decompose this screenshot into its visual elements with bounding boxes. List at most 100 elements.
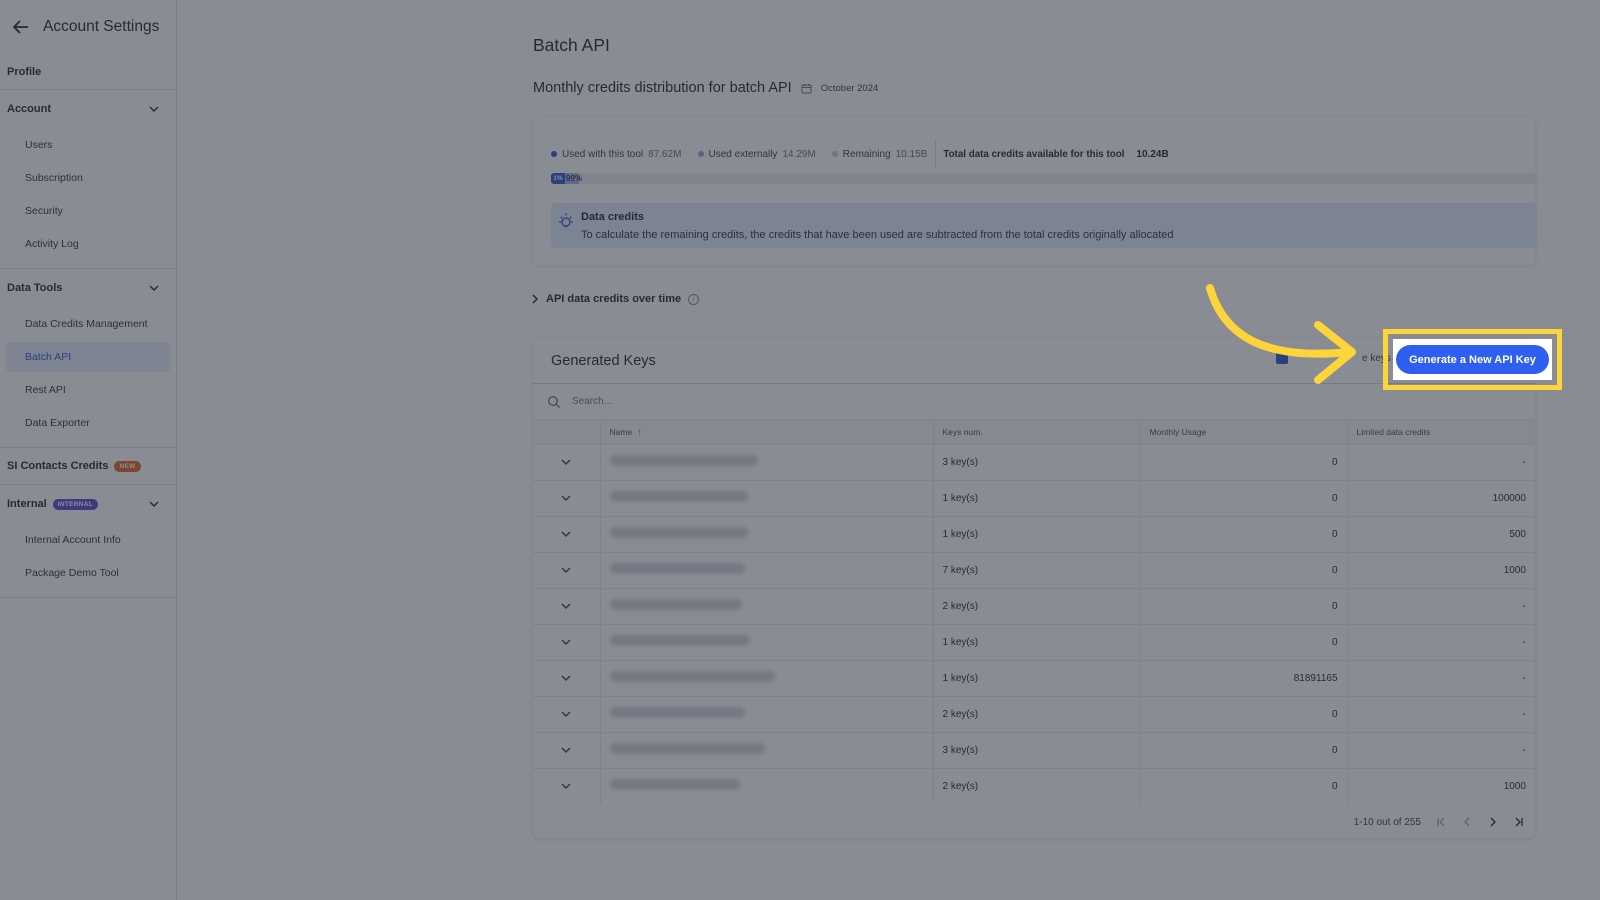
monthly-usage-cell: 0	[1140, 479, 1348, 516]
table-row[interactable]: 2 key(s) 0-	[533, 587, 1535, 624]
chevron-down-icon	[148, 498, 160, 510]
checkbox-icon[interactable]	[1276, 352, 1288, 364]
table-row[interactable]: 1 key(s) 0-	[533, 623, 1535, 660]
keys-num-cell: 3 key(s)	[933, 443, 1141, 480]
redacted-name	[609, 743, 765, 754]
chevron-down-icon[interactable]	[561, 495, 571, 501]
redacted-name	[609, 563, 745, 574]
sort-ascending-icon[interactable]: ↑	[637, 427, 642, 437]
chevron-down-icon[interactable]	[561, 531, 571, 537]
column-header-keys-num[interactable]: Keys num.	[933, 420, 1141, 444]
expand-row-cell	[533, 479, 601, 516]
limited-credits-cell: -	[1347, 587, 1535, 624]
chevron-down-icon[interactable]	[561, 711, 571, 717]
sidebar-item-batch-api[interactable]: Batch API	[6, 342, 170, 372]
sidebar-item-security[interactable]: Security	[6, 196, 170, 226]
period-label[interactable]: October 2024	[821, 83, 879, 94]
keys-num-cell: 2 key(s)	[933, 695, 1141, 732]
sidebar-header: Account Settings	[0, 0, 176, 54]
limited-credits-cell: 1000	[1347, 767, 1535, 804]
table-row[interactable]: 2 key(s) 0-	[533, 695, 1535, 732]
expand-row-cell	[533, 659, 601, 696]
expand-row-cell	[533, 623, 601, 660]
chevron-down-icon[interactable]	[561, 747, 571, 753]
limited-credits-cell: -	[1347, 659, 1535, 696]
calendar-icon[interactable]	[801, 83, 812, 94]
total-credits-label: Total data credits available for this to…	[943, 148, 1125, 160]
legend-label: Remaining	[842, 148, 891, 160]
sidebar: Account Settings Profile Account Users S…	[0, 0, 177, 900]
legend-used-tool: Used with this tool 87.62M	[551, 149, 682, 160]
chevron-down-icon[interactable]	[561, 459, 571, 465]
sidebar-group-internal-header[interactable]: Internal INTERNAL	[0, 485, 176, 523]
monthly-usage-cell: 0	[1140, 767, 1348, 804]
expand-row-cell	[533, 695, 601, 732]
sidebar-item-data-credits-management[interactable]: Data Credits Management	[6, 309, 170, 339]
new-badge: NEW	[114, 460, 141, 472]
redacted-name	[609, 635, 750, 646]
bar-remaining-label: 99%	[566, 174, 583, 183]
key-name-cell	[600, 623, 934, 660]
table-row[interactable]: 1 key(s) 0 500	[533, 515, 1535, 552]
table-row[interactable]: 7 key(s) 0 1000	[533, 551, 1535, 588]
table-row[interactable]: 3 key(s) 0-	[533, 443, 1535, 480]
info-icon[interactable]: i	[688, 293, 700, 305]
keys-num-cell: 7 key(s)	[933, 551, 1141, 588]
table-row[interactable]: 1 key(s) 0 100000	[533, 479, 1535, 516]
chevron-down-icon	[148, 282, 160, 294]
legend-value: 10.15B	[895, 148, 928, 160]
legend-label: Used externally	[708, 148, 778, 160]
generated-keys-card: Generated Keys e keys Name ↑ Keys num. Mo…	[533, 338, 1535, 838]
sidebar-item-users[interactable]: Users	[6, 130, 170, 160]
table-row[interactable]: 2 key(s) 0 1000	[533, 767, 1535, 804]
last-page-icon[interactable]	[1513, 816, 1525, 828]
chevron-down-icon[interactable]	[561, 675, 571, 681]
sidebar-item-activity-log[interactable]: Activity Log	[6, 229, 170, 259]
chevron-down-icon[interactable]	[561, 783, 571, 789]
show-hidden-keys-toggle[interactable]: e keys	[1276, 352, 1391, 364]
pagination-label: 1-10 out of 255	[1353, 816, 1421, 828]
monthly-usage-cell: 81891165	[1140, 659, 1348, 696]
search-input[interactable]	[572, 396, 972, 407]
info-title: Data credits	[581, 211, 644, 223]
sidebar-item-data-exporter[interactable]: Data Exporter	[6, 408, 170, 438]
chevron-down-icon[interactable]	[561, 603, 571, 609]
credits-progress-bar: 1% 1%	[551, 173, 1537, 184]
column-header-name[interactable]: Name ↑	[600, 420, 934, 444]
expand-column-header	[533, 420, 601, 444]
column-header-limited-data-credits[interactable]: Limited data credits	[1347, 420, 1535, 444]
sidebar-item-si-contacts-credits[interactable]: SI Contacts Credits NEW	[0, 448, 176, 484]
info-text: To calculate the remaining credits, the …	[581, 229, 1174, 241]
first-page-icon[interactable]	[1435, 816, 1447, 828]
sidebar-item-internal-account-info[interactable]: Internal Account Info	[6, 525, 170, 555]
expand-row-cell	[533, 731, 601, 768]
redacted-name	[609, 671, 775, 682]
sidebar-group-data-tools-header[interactable]: Data Tools	[0, 269, 176, 307]
table-row[interactable]: 3 key(s) 0-	[533, 731, 1535, 768]
back-arrow-icon[interactable]	[10, 16, 32, 38]
generate-new-api-key-button[interactable]: Generate a New API Key	[1396, 345, 1549, 374]
key-name-cell	[600, 479, 934, 516]
data-credits-info-box: Data credits To calculate the remaining …	[551, 203, 1537, 248]
redacted-name	[609, 527, 748, 538]
sidebar-item-rest-api[interactable]: Rest API	[6, 375, 170, 405]
chevron-down-icon[interactable]	[561, 639, 571, 645]
sidebar-item-subscription[interactable]: Subscription	[6, 163, 170, 193]
legend-remaining: Remaining 10.15B	[831, 148, 928, 160]
previous-page-icon[interactable]	[1461, 816, 1473, 828]
table-row[interactable]: 1 key(s) 81891165-	[533, 659, 1535, 696]
legend-label: Used with this tool	[562, 148, 644, 160]
api-credits-over-time-toggle[interactable]: API data credits over time i	[531, 293, 700, 305]
redacted-name	[609, 779, 740, 791]
sidebar-item-profile[interactable]: Profile	[0, 54, 176, 90]
sidebar-group-account-header[interactable]: Account	[0, 90, 176, 128]
sidebar-item-label: SI Contacts Credits	[7, 460, 109, 472]
legend-dot	[697, 151, 704, 157]
chevron-down-icon[interactable]	[561, 567, 571, 573]
sidebar-group-si-contacts: SI Contacts Credits NEW	[0, 448, 176, 485]
monthly-usage-cell: 0	[1140, 551, 1348, 588]
redacted-name	[609, 707, 745, 718]
next-page-icon[interactable]	[1487, 816, 1499, 828]
sidebar-item-package-demo-tool[interactable]: Package Demo Tool	[6, 558, 170, 588]
column-header-monthly-usage[interactable]: Monthly Usage	[1140, 420, 1348, 444]
